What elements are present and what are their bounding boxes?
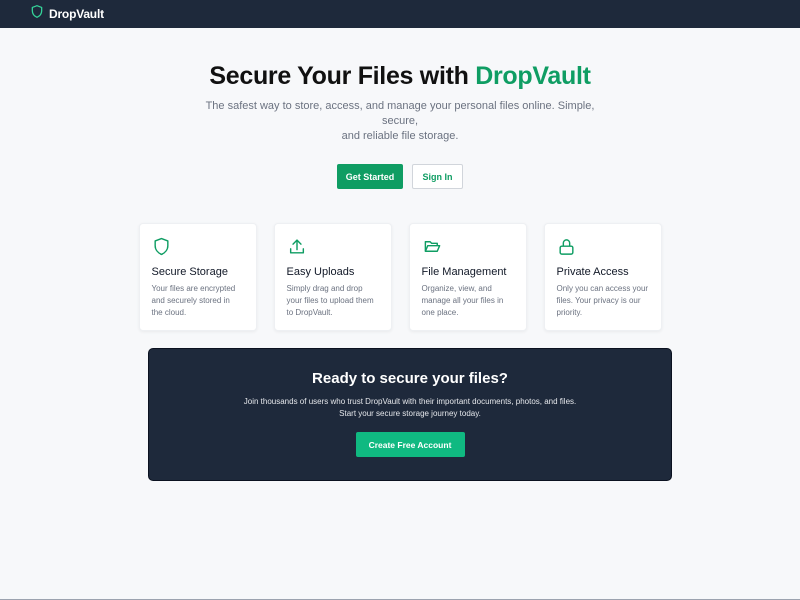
feature-desc-line: Your files are encrypted [151,284,236,293]
upload-icon [287,237,379,257]
feature-title: Secure Storage [151,266,228,278]
brand-name: DropVault [49,7,104,21]
cta-text-line-1: Join thousands of users who trust DropVa… [243,397,577,406]
feature-card-easy-uploads: Easy Uploads Simply drag and drop your f… [273,223,392,331]
lock-icon [557,237,649,257]
feature-desc-line: and securely stored in [151,296,230,305]
sign-in-button[interactable]: Sign In [412,164,463,189]
hero-subtitle: The safest way to store, access, and man… [200,99,600,144]
feature-title: File Management [421,266,507,278]
features-grid: Secure Storage Your files are encrypted … [138,223,662,331]
feature-desc-line: Simply drag and drop [286,284,363,293]
feature-desc-line: files. Your privacy is our [556,296,641,305]
feature-description: Simply drag and drop your files to uploa… [287,283,379,319]
feature-description: Organize, view, and manage all your file… [422,283,514,319]
feature-desc-line: Only you can access your [556,284,649,293]
feature-desc-line: one place. [421,308,459,317]
feature-desc-line: priority. [556,308,583,317]
shield-icon [152,237,244,257]
feature-title: Easy Uploads [286,266,355,278]
hero-subtitle-line-2: and reliable file storage. [341,130,459,142]
shield-icon [30,4,44,24]
hero-subtitle-line-1: The safest way to store, access, and man… [205,100,595,127]
brand-logo[interactable]: DropVault [30,4,104,24]
hero-section: Secure Your Files with DropVault The saf… [0,28,800,189]
cta-text: Join thousands of users who trust DropVa… [149,396,671,420]
feature-desc-line: to DropVault. [286,308,333,317]
hero-title: Secure Your Files with DropVault [0,61,800,91]
create-free-account-button[interactable]: Create Free Account [355,432,465,457]
feature-desc-line: the cloud. [151,308,187,317]
hero-actions: Get Started Sign In [0,164,800,189]
feature-description: Only you can access your files. Your pri… [557,283,649,319]
feature-title: Private Access [556,266,629,278]
feature-card-private-access: Private Access Only you can access your … [543,223,662,331]
feature-desc-line: manage all your files in [421,296,504,305]
feature-desc-line: your files to upload them [286,296,374,305]
cta-text-line-2: Start your secure storage journey today. [339,409,481,418]
cta-banner: Ready to secure your files? Join thousan… [148,348,672,481]
feature-card-file-management: File Management Organize, view, and mana… [408,223,527,331]
top-navbar: DropVault [0,0,800,28]
feature-card-secure-storage: Secure Storage Your files are encrypted … [138,223,257,331]
folder-open-icon [422,237,514,257]
feature-desc-line: Organize, view, and [421,284,492,293]
feature-description: Your files are encrypted and securely st… [152,283,244,319]
hero-title-prefix: Secure Your Files with [209,62,476,90]
hero-title-accent: DropVault [475,62,591,90]
get-started-button[interactable]: Get Started [337,164,403,189]
cta-title: Ready to secure your files? [312,370,508,387]
